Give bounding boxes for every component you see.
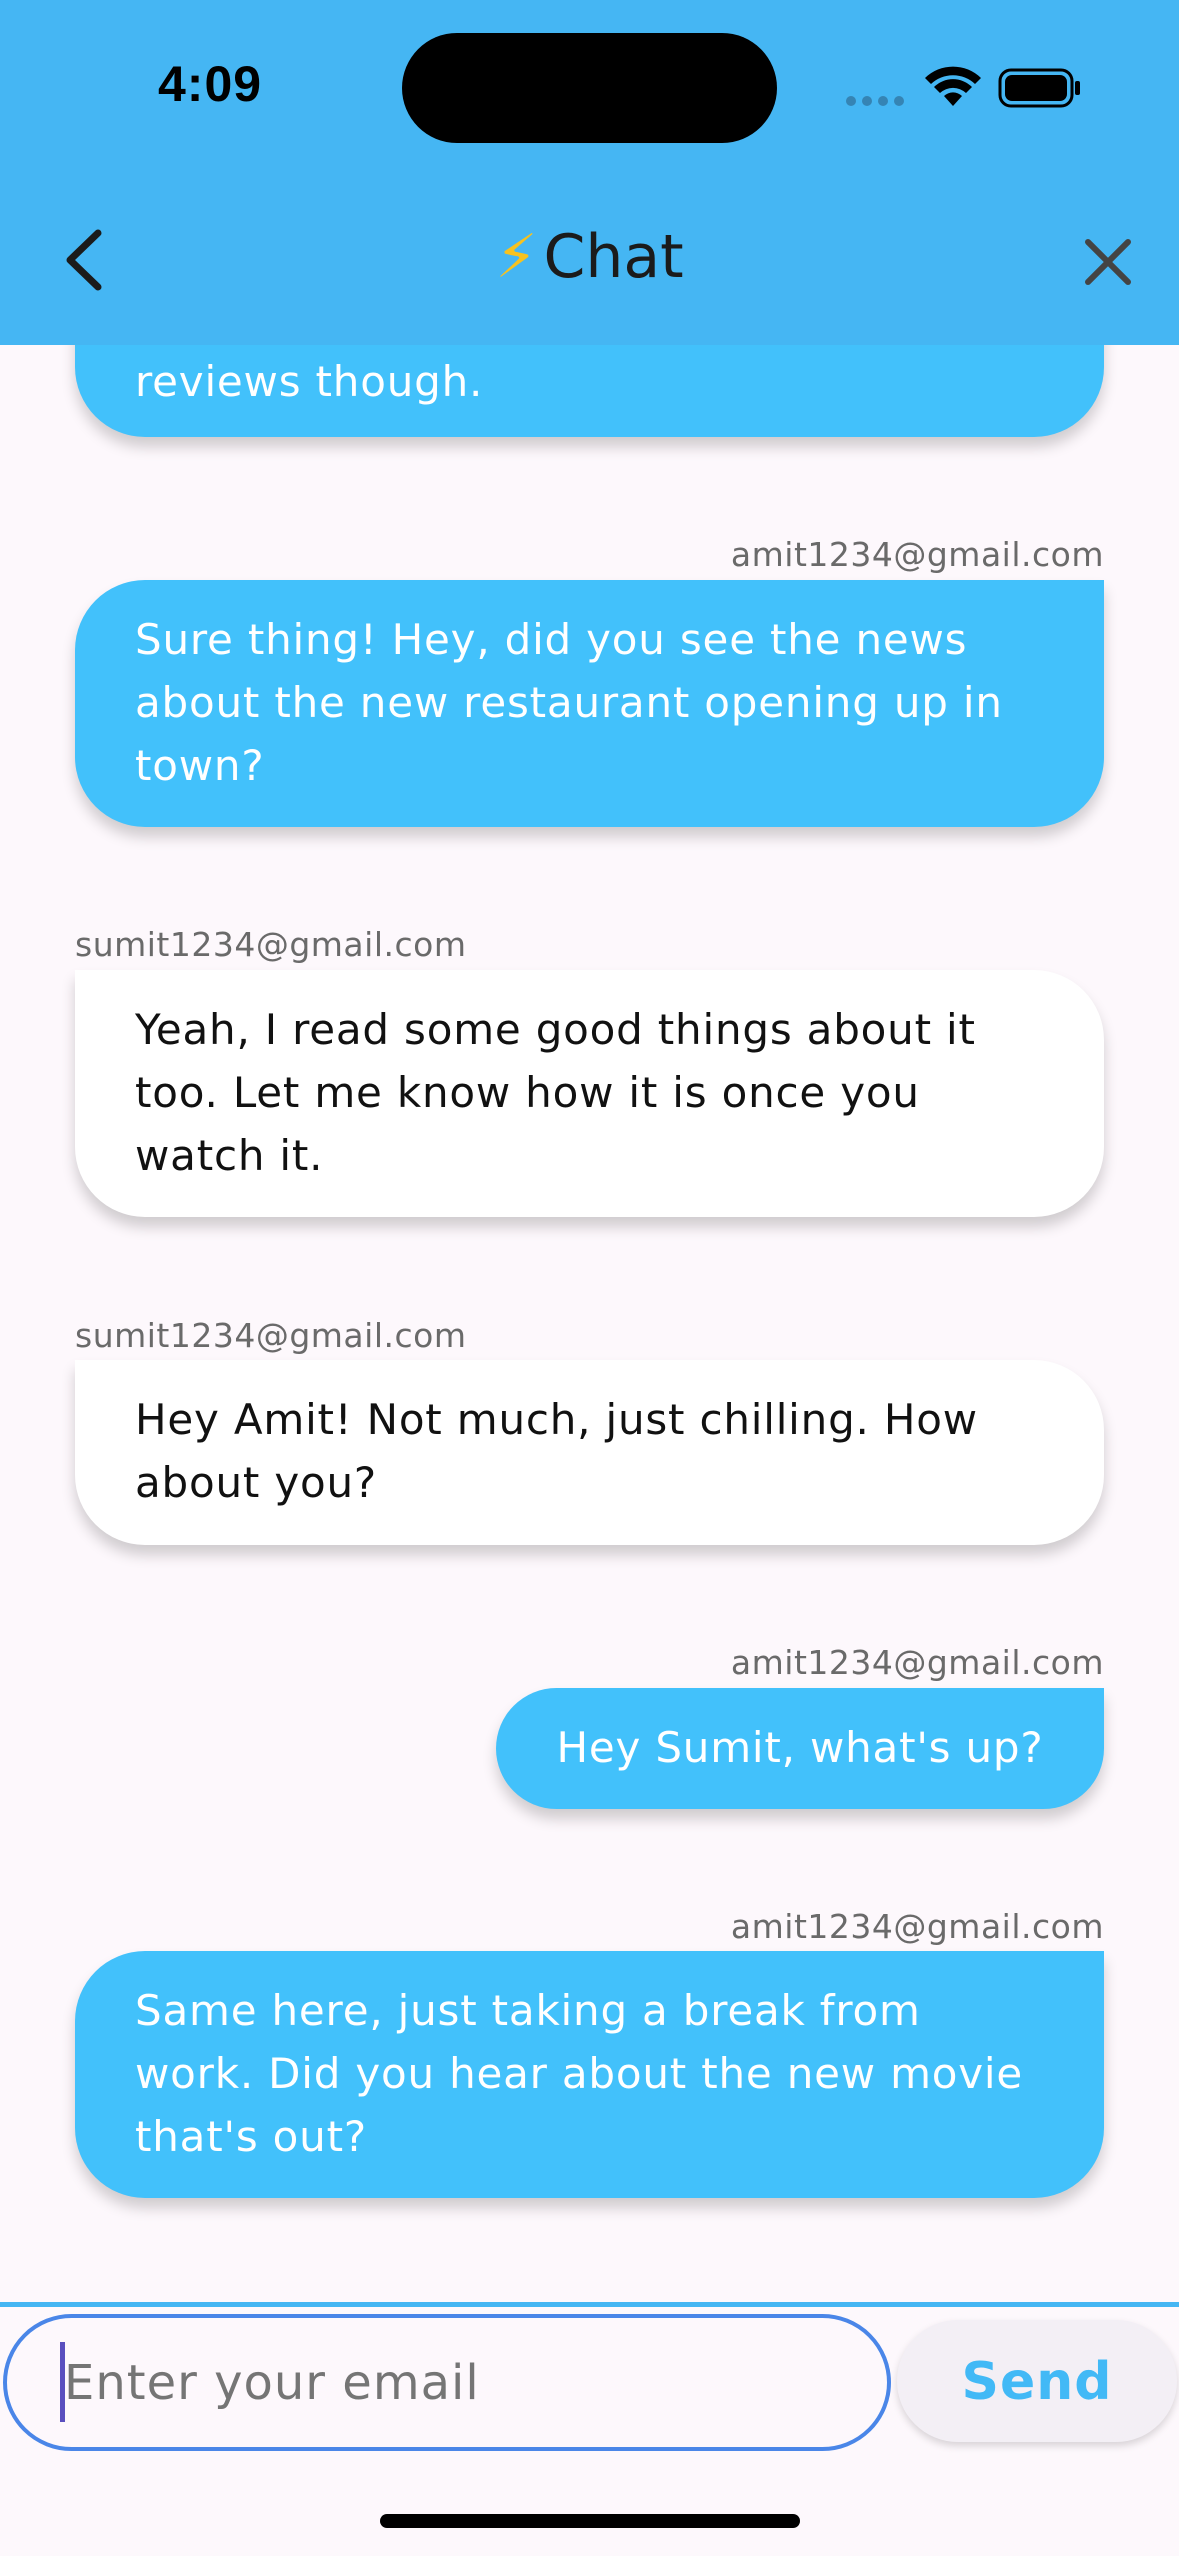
message-sender: amit1234@gmail.com <box>730 535 1104 574</box>
message-bubble: Hey Amit! Not much, just chilling. How a… <box>75 1360 1104 1545</box>
home-indicator[interactable] <box>380 2514 800 2528</box>
message-sender: amit1234@gmail.com <box>730 1907 1104 1946</box>
message-sender: sumit1234@gmail.com <box>75 925 467 964</box>
close-button[interactable] <box>1078 232 1138 292</box>
message-bubble: Hey Sumit, what's up? <box>496 1688 1104 1809</box>
message-bubble: Yeah, I read some good things about it t… <box>75 970 1104 1217</box>
app-header: 4:09 ⚡ Chat <box>0 0 1179 345</box>
battery-icon <box>998 68 1080 108</box>
message-sender: sumit1234@gmail.com <box>75 1316 467 1355</box>
message-bubble: Sure thing! Hey, did you see the news ab… <box>75 580 1104 827</box>
page-title-text: Chat <box>543 222 684 292</box>
message-input[interactable] <box>3 2314 891 2451</box>
status-time: 4:09 <box>158 56 263 112</box>
cellular-signal-icon <box>846 96 906 106</box>
message-sender: amit1234@gmail.com <box>730 1643 1104 1682</box>
text-caret <box>60 2342 65 2422</box>
dynamic-island <box>402 33 777 143</box>
lightning-bolt-icon: ⚡ <box>495 222 538 292</box>
composer-divider <box>0 2302 1179 2307</box>
message-bubble: Same here, just taking a break from work… <box>75 1951 1104 2198</box>
send-button[interactable]: Send <box>897 2320 1177 2442</box>
wifi-icon <box>925 66 981 106</box>
page-title: ⚡ Chat <box>0 222 1179 292</box>
